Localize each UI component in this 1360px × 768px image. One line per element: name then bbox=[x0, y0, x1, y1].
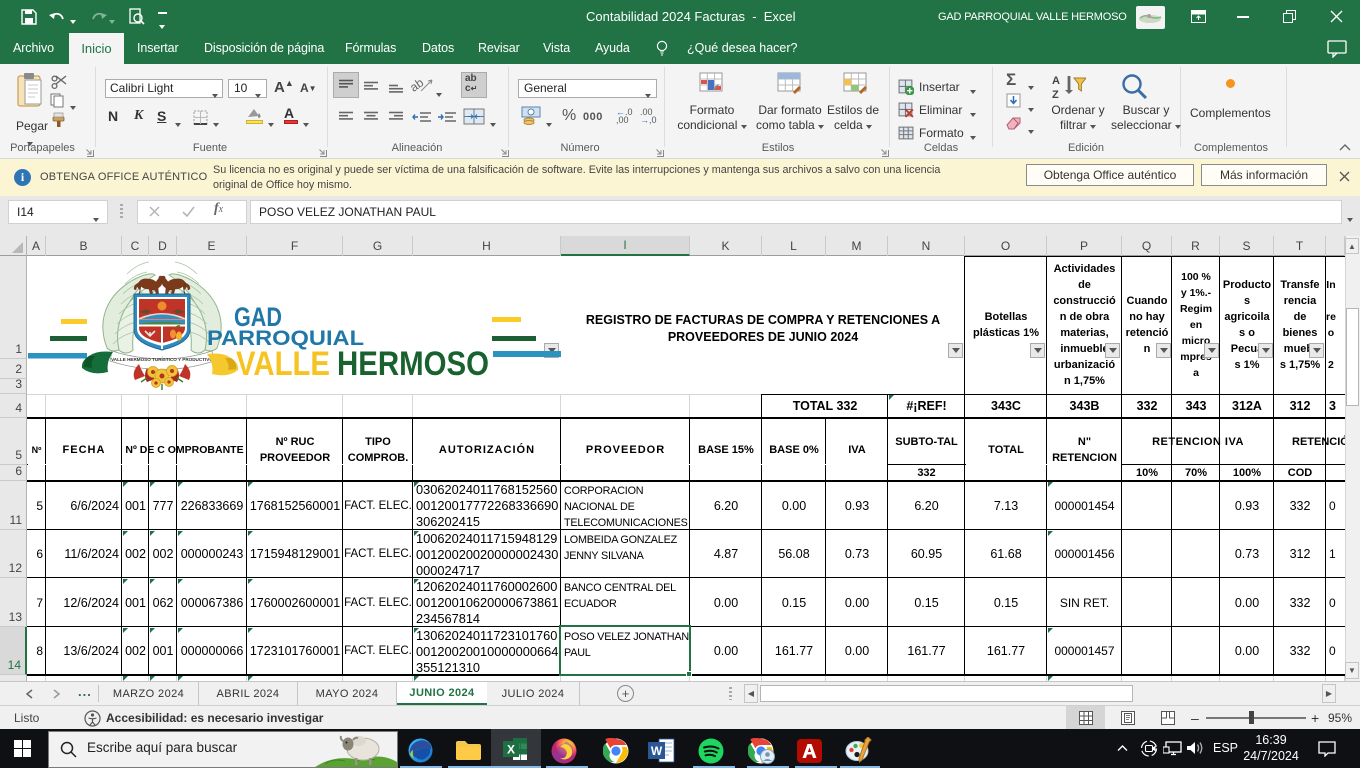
svg-text:VALLE HERMOSO TURÍSTICO Y PROD: VALLE HERMOSO TURÍSTICO Y PRODUCTIVO bbox=[111, 355, 213, 362]
svg-text:A: A bbox=[1052, 75, 1060, 87]
svg-text:X: X bbox=[507, 743, 515, 757]
svg-text:W: W bbox=[651, 744, 663, 758]
svg-text:HERMOSO: HERMOSO bbox=[337, 345, 489, 383]
svg-text:VALLE: VALLE bbox=[236, 345, 330, 383]
svg-text:Z: Z bbox=[1052, 89, 1059, 100]
